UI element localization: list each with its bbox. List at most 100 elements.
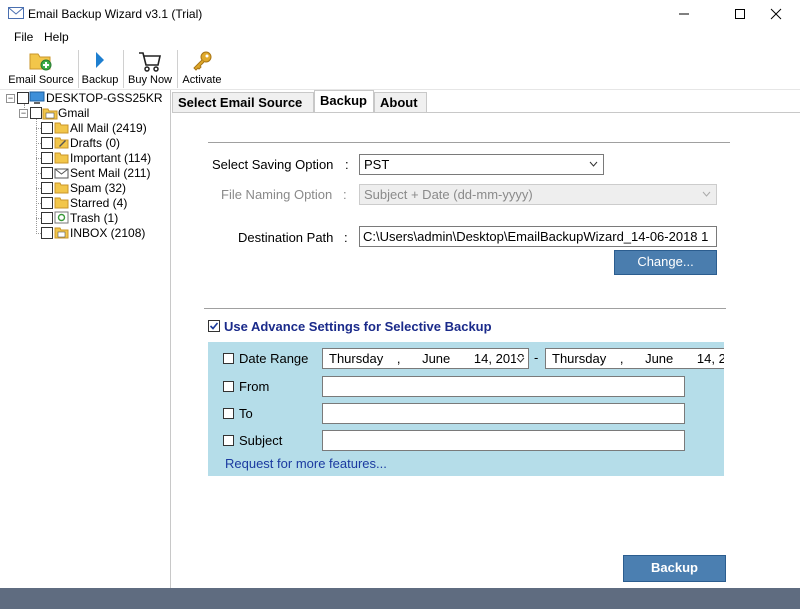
saving-option-select[interactable]: PST <box>359 154 604 175</box>
backup-panel: Select Saving Option : PST File Naming O… <box>172 112 800 588</box>
date-to-picker[interactable]: Thursday , June 14, 20 <box>545 348 724 369</box>
tab-about[interactable]: About <box>374 92 427 112</box>
naming-option-value: Subject + Date (dd-mm-yyyy) <box>364 187 533 202</box>
folder-label: Drafts (0) <box>70 136 121 150</box>
account-checkbox[interactable] <box>30 107 42 119</box>
colon: : <box>345 157 349 172</box>
date-from-day: Thursday <box>329 351 384 366</box>
backup-toolbar-label: Backup <box>81 74 119 86</box>
tree-folder-item[interactable]: Trash (1) <box>0 211 171 226</box>
tree-folder-item[interactable]: All Mail (2419) <box>0 121 171 136</box>
subject-input[interactable] <box>322 430 685 451</box>
divider <box>204 308 726 309</box>
folder-label: Starred (4) <box>70 196 128 210</box>
activate-label: Activate <box>182 74 222 86</box>
tree-root-node[interactable]: − DESKTOP-GSS25KR <box>0 91 171 106</box>
root-checkbox[interactable] <box>17 92 29 104</box>
folder-label: INBOX (2108) <box>70 226 146 240</box>
folder-label: Spam (32) <box>70 181 127 195</box>
collapse-icon[interactable]: − <box>19 109 28 118</box>
folder-add-icon <box>29 53 52 71</box>
key-icon <box>193 51 212 71</box>
minimize-icon <box>679 13 689 15</box>
chevron-down-icon <box>516 357 525 363</box>
email-source-label: Email Source <box>8 74 74 86</box>
subject-checkbox[interactable] <box>223 435 234 446</box>
tree-root-label: DESKTOP-GSS25KR <box>46 91 163 105</box>
folder-checkbox[interactable] <box>41 167 53 179</box>
date-to-date: 14, 20 <box>696 351 724 366</box>
tree-account-node[interactable]: − Gmail <box>0 106 171 121</box>
trash-folder-icon <box>54 211 69 224</box>
change-button[interactable]: Change... <box>614 250 717 275</box>
tree-folder-item[interactable]: Drafts (0) <box>0 136 171 151</box>
mailbox-icon <box>42 108 58 120</box>
to-label: To <box>239 406 253 421</box>
tree-folder-item[interactable]: INBOX (2108) <box>0 226 171 241</box>
folder-icon <box>54 197 69 209</box>
date-range-checkbox[interactable] <box>223 353 234 364</box>
menu-file[interactable]: File <box>14 30 33 44</box>
naming-option-select: Subject + Date (dd-mm-yyyy) <box>359 184 717 205</box>
window-title: Email Backup Wizard v3.1 (Trial) <box>28 7 203 21</box>
folder-checkbox[interactable] <box>41 122 53 134</box>
date-from-picker[interactable]: Thursday , June 14, 2018 <box>322 348 529 369</box>
chevron-down-icon <box>589 161 598 167</box>
folder-label: Trash (1) <box>70 211 119 225</box>
toolbar-separator <box>78 50 79 88</box>
tab-select-email-source[interactable]: Select Email Source <box>172 92 314 112</box>
folder-tree: − DESKTOP-GSS25KR − Gmail All Mail (2419… <box>0 90 171 588</box>
tree-folder-item[interactable]: Spam (32) <box>0 181 171 196</box>
request-features-link[interactable]: Request for more features... <box>225 456 387 471</box>
from-checkbox[interactable] <box>223 381 234 392</box>
to-input[interactable] <box>322 403 685 424</box>
folder-label: Important (114) <box>70 151 152 165</box>
to-checkbox[interactable] <box>223 408 234 419</box>
advanced-settings-checkbox[interactable] <box>208 320 220 332</box>
buy-now-button[interactable]: Buy Now <box>126 46 174 90</box>
menu-help[interactable]: Help <box>44 30 69 44</box>
play-arrow-icon <box>96 52 104 68</box>
folder-checkbox[interactable] <box>41 137 53 149</box>
tree-folder-item[interactable]: Starred (4) <box>0 196 171 211</box>
folder-label: All Mail (2419) <box>70 121 147 135</box>
folder-checkbox[interactable] <box>41 197 53 209</box>
tree-folder-item[interactable]: Important (114) <box>0 151 171 166</box>
colon: : <box>344 230 348 245</box>
date-range-label: Date Range <box>239 351 309 366</box>
folder-checkbox[interactable] <box>41 212 53 224</box>
computer-icon <box>29 91 45 104</box>
saving-option-value: PST <box>364 157 390 172</box>
folder-checkbox[interactable] <box>41 182 53 194</box>
folder-checkbox[interactable] <box>41 227 53 239</box>
destination-path-input[interactable]: C:\Users\admin\Desktop\EmailBackupWizard… <box>359 226 717 247</box>
inbox-folder-icon <box>54 227 69 239</box>
tab-backup[interactable]: Backup <box>314 90 374 112</box>
saving-option-label: Select Saving Option <box>212 157 334 172</box>
from-input[interactable] <box>322 376 685 397</box>
folder-checkbox[interactable] <box>41 152 53 164</box>
backup-toolbar-button[interactable]: Backup <box>80 46 120 90</box>
maximize-icon <box>735 9 745 19</box>
colon: : <box>343 187 347 202</box>
date-range-dash: - <box>534 350 539 365</box>
collapse-icon[interactable]: − <box>6 94 15 103</box>
minimize-button[interactable] <box>662 0 708 28</box>
subject-label: Subject <box>239 433 283 448</box>
backup-button[interactable]: Backup <box>623 555 726 582</box>
activate-button[interactable]: Activate <box>180 46 224 90</box>
title-bar: Email Backup Wizard v3.1 (Trial) <box>0 0 800 28</box>
close-icon <box>770 8 782 20</box>
divider <box>208 142 730 143</box>
buy-now-label: Buy Now <box>127 74 173 86</box>
close-button[interactable] <box>754 0 800 28</box>
checkmark-icon <box>209 322 219 330</box>
folder-icon <box>54 182 69 194</box>
email-source-button[interactable]: Email Source <box>8 46 74 90</box>
folder-label: Sent Mail (211) <box>70 166 151 180</box>
shopping-cart-icon <box>139 52 161 72</box>
folder-icon <box>54 152 69 164</box>
toolbar-separator <box>177 50 178 88</box>
advanced-settings-label: Use Advance Settings for Selective Backu… <box>224 319 492 334</box>
tree-folder-item[interactable]: Sent Mail (211) <box>0 166 171 181</box>
